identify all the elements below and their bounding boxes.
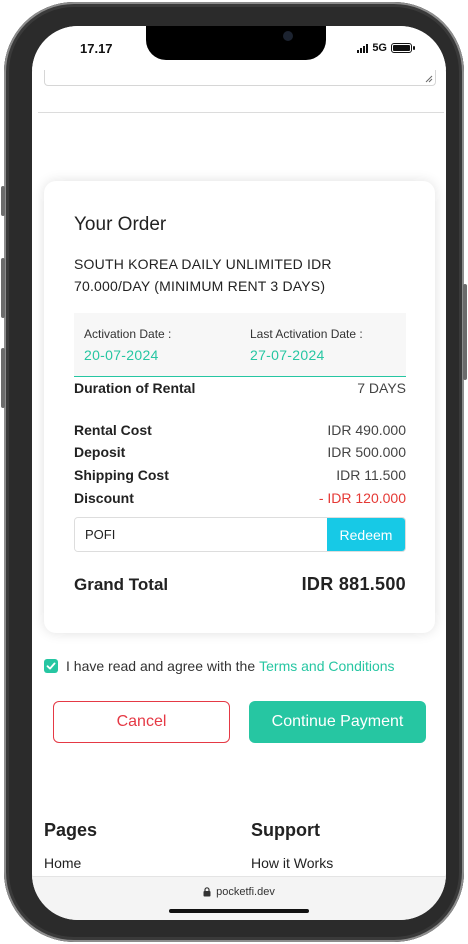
footer-pages: Pages Home xyxy=(44,820,97,871)
rental-cost-label: Rental Cost xyxy=(74,422,152,438)
section-divider xyxy=(38,112,444,113)
discount-row: Discount - IDR 120.000 xyxy=(74,490,406,506)
rental-dates: Activation Date : 20-07-2024 Last Activa… xyxy=(74,313,406,377)
footer-support-heading: Support xyxy=(251,820,320,840)
shipping-row: Shipping Cost IDR 11.500 xyxy=(74,467,406,483)
resize-grip-icon[interactable] xyxy=(425,75,433,83)
product-name: SOUTH KOREA DAILY UNLIMITED IDR 70.000/D… xyxy=(74,256,332,294)
activation-date-value: 20-07-2024 xyxy=(84,347,159,363)
cancel-button[interactable]: Cancel xyxy=(53,701,230,743)
camera-icon xyxy=(283,31,293,41)
battery-icon xyxy=(391,43,415,53)
status-indicators: 5G xyxy=(357,42,415,54)
volume-up-button xyxy=(1,258,5,318)
redeem-button[interactable]: Redeem xyxy=(327,518,405,551)
last-activation-date-label: Last Activation Date : xyxy=(250,327,363,341)
activation-date-label: Activation Date : xyxy=(84,327,172,341)
continue-payment-button[interactable]: Continue Payment xyxy=(249,701,426,743)
rental-cost-row: Rental Cost IDR 490.000 xyxy=(74,422,406,438)
network-label: 5G xyxy=(372,42,387,54)
status-time: 17.17 xyxy=(80,41,113,56)
check-icon xyxy=(46,662,56,670)
order-title: Your Order xyxy=(74,214,167,235)
power-button xyxy=(463,284,467,380)
footer-link-home[interactable]: Home xyxy=(44,855,97,871)
mute-switch xyxy=(1,186,5,216)
terms-text: I have read and agree with the xyxy=(66,658,256,674)
signal-icon xyxy=(357,43,369,53)
duration-value: 7 DAYS xyxy=(357,380,406,396)
page-content: Your Order SOUTH KOREA DAILY UNLIMITED I… xyxy=(32,70,446,876)
footer-support: Support How it Works xyxy=(251,820,333,871)
grand-total-label: Grand Total xyxy=(74,574,169,594)
duration-label: Duration of Rental xyxy=(74,380,196,396)
duration-row: Duration of Rental 7 DAYS xyxy=(74,380,406,396)
deposit-label: Deposit xyxy=(74,444,126,460)
footer-pages-heading: Pages xyxy=(44,820,98,840)
deposit-value: IDR 500.000 xyxy=(327,444,406,460)
terms-agreement: I have read and agree with the Terms and… xyxy=(44,658,395,674)
discount-label: Discount xyxy=(74,490,134,506)
terms-link[interactable]: Terms and Conditions xyxy=(259,658,394,674)
order-summary-card: Your Order SOUTH KOREA DAILY UNLIMITED I… xyxy=(44,181,435,633)
browser-address-bar: pocketfi.dev xyxy=(32,876,446,920)
promo-code-input[interactable] xyxy=(75,518,328,551)
grand-total-row: Grand Total IDR 881.500 xyxy=(74,574,406,595)
phone-frame: 17.17 5G Your Order SOUTH KOREA DAILY UN… xyxy=(1,2,467,942)
home-indicator[interactable] xyxy=(169,909,309,913)
notes-textarea[interactable] xyxy=(44,70,436,86)
url-text: pocketfi.dev xyxy=(216,886,275,898)
discount-value: - IDR 120.000 xyxy=(318,490,406,506)
screen: 17.17 5G Your Order SOUTH KOREA DAILY UN… xyxy=(32,26,446,920)
volume-down-button xyxy=(1,348,5,408)
shipping-value: IDR 11.500 xyxy=(336,467,406,483)
deposit-row: Deposit IDR 500.000 xyxy=(74,444,406,460)
status-bar: 17.17 5G xyxy=(32,26,446,70)
last-activation-date-block: Last Activation Date : 27-07-2024 xyxy=(250,327,363,363)
grand-total-value: IDR 881.500 xyxy=(301,574,406,594)
activation-date-block: Activation Date : 20-07-2024 xyxy=(84,327,171,363)
footer-link-how-it-works[interactable]: How it Works xyxy=(251,855,333,871)
lock-icon xyxy=(203,887,211,897)
promo-code-group: Redeem xyxy=(74,517,406,552)
last-activation-date-value: 27-07-2024 xyxy=(250,347,325,363)
notch xyxy=(146,26,326,60)
terms-checkbox[interactable] xyxy=(44,659,58,673)
address-field[interactable]: pocketfi.dev xyxy=(32,886,446,898)
shipping-label: Shipping Cost xyxy=(74,467,169,483)
rental-cost-value: IDR 490.000 xyxy=(327,422,406,438)
